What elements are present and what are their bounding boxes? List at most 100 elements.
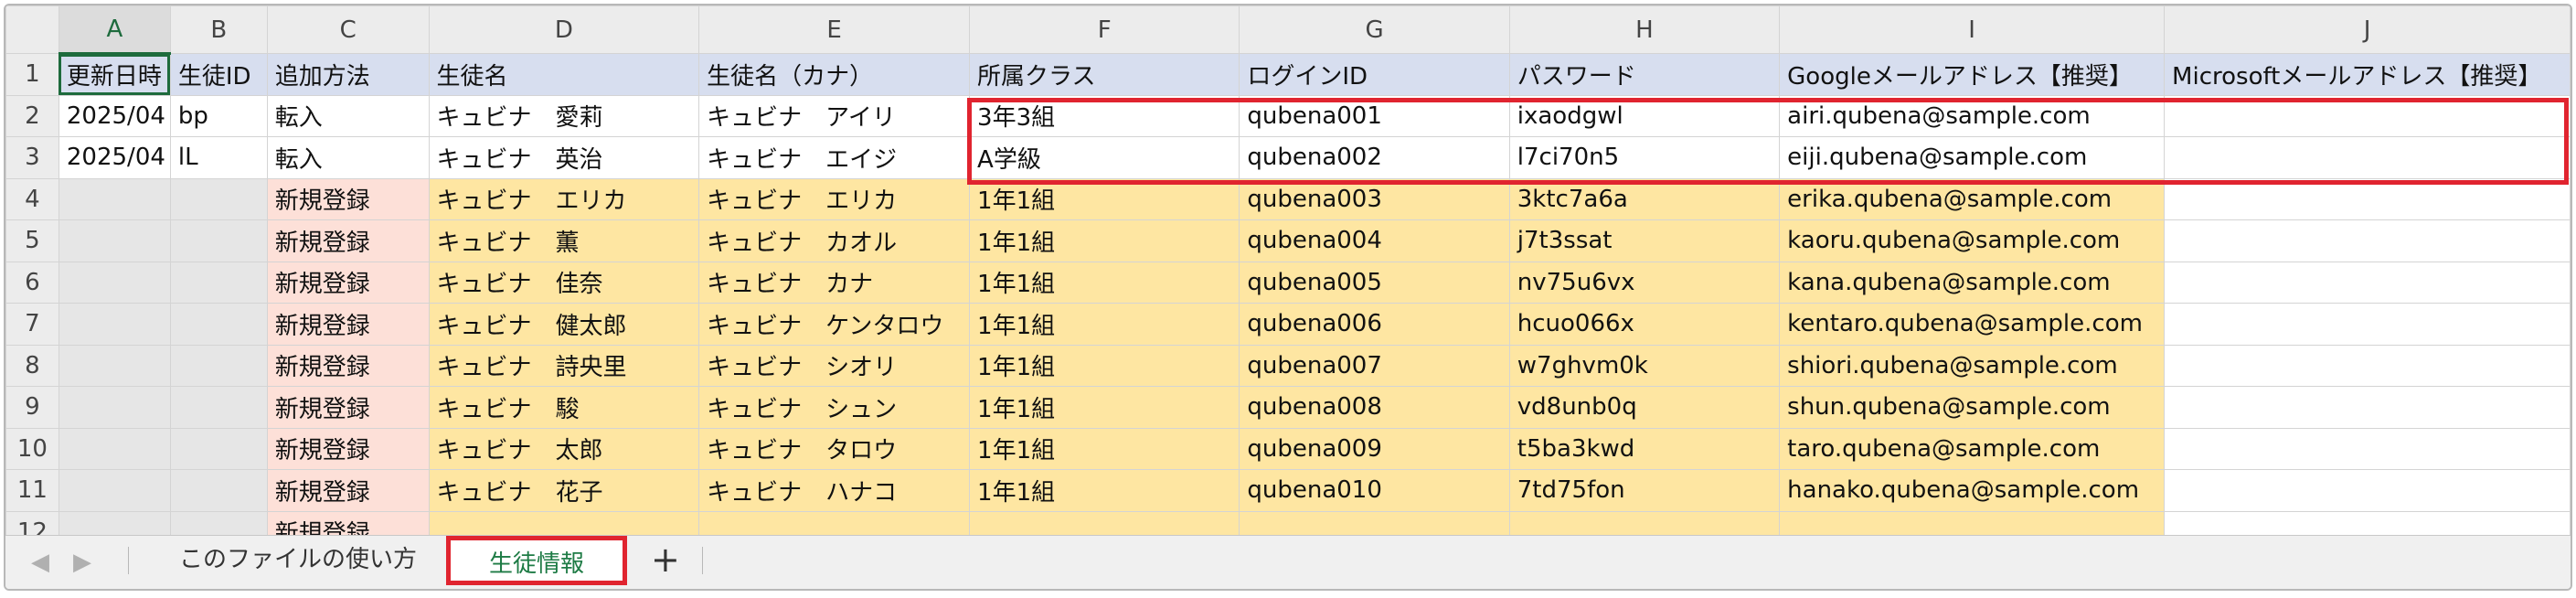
header-cell-google-email[interactable]: Googleメールアドレス【推奨】 (1779, 53, 2166, 96)
cell-student-id[interactable] (169, 177, 268, 220)
cell-microsoft-email[interactable] (2164, 136, 2571, 179)
cell-google-email[interactable]: hanako.qubena@sample.com (1779, 469, 2166, 512)
cell-add-method[interactable]: 新規登録 (266, 303, 430, 346)
cell-updated-at[interactable] (58, 344, 171, 387)
header-cell-login-id[interactable]: ログインID (1239, 53, 1510, 96)
cell-student-name-kana[interactable]: キュビナ エイジ (698, 136, 971, 179)
cell-microsoft-email[interactable] (2164, 427, 2571, 470)
column-header-h[interactable]: H (1508, 5, 1781, 54)
cell-password[interactable]: 3ktc7a6a (1508, 177, 1781, 220)
cell-student-name-kana[interactable]: キュビナ シオリ (698, 344, 971, 387)
cell-student-name[interactable]: キュビナ 佳奈 (428, 261, 700, 304)
cell-student-name[interactable]: キュビナ 英治 (428, 136, 700, 179)
cell-student-id[interactable] (169, 344, 268, 387)
column-header-a[interactable]: A (58, 5, 171, 55)
cell-updated-at[interactable] (58, 261, 171, 304)
cell-student-name-kana[interactable]: キュビナ カオル (698, 219, 971, 262)
row-number[interactable]: 3 (5, 136, 59, 179)
row-number[interactable]: 4 (5, 177, 59, 220)
cell-add-method[interactable]: 新規登録 (266, 219, 430, 262)
row-number[interactable]: 10 (5, 427, 59, 470)
cell-password[interactable]: w7ghvm0k (1508, 344, 1781, 387)
cell-student-name-kana[interactable]: キュビナ シュン (698, 386, 971, 429)
cell-updated-at[interactable] (58, 303, 171, 346)
cell-google-email[interactable]: eiji.qubena@sample.com (1779, 136, 2166, 179)
cell-class[interactable]: 1年1組 (969, 344, 1240, 387)
cell-add-method[interactable]: 新規登録 (266, 344, 430, 387)
header-cell-student-name[interactable]: 生徒名 (428, 53, 700, 96)
row-number[interactable]: 1 (5, 53, 59, 96)
header-cell-password[interactable]: パスワード (1508, 53, 1781, 96)
cell-add-method[interactable]: 新規登録 (266, 469, 430, 512)
cell-updated-at[interactable] (58, 219, 171, 262)
cell-updated-at[interactable] (58, 427, 171, 470)
cell-student-id[interactable]: bp (169, 94, 268, 137)
cell-microsoft-email[interactable] (2164, 261, 2571, 304)
header-cell-class[interactable]: 所属クラス (969, 53, 1240, 96)
row-number[interactable]: 8 (5, 344, 59, 387)
cell-password[interactable]: l7ci70n5 (1508, 136, 1781, 179)
column-header-f[interactable]: F (969, 5, 1240, 54)
header-cell-updated-at[interactable]: 更新日時 (58, 53, 171, 96)
column-header-d[interactable]: D (428, 5, 700, 54)
header-cell-microsoft-email[interactable]: Microsoftメールアドレス【推奨】 (2164, 53, 2571, 96)
row-number[interactable]: 11 (5, 469, 59, 512)
column-header-e[interactable]: E (698, 5, 971, 54)
cell-google-email[interactable]: shiori.qubena@sample.com (1779, 344, 2166, 387)
cell-login-id[interactable]: qubena007 (1239, 344, 1510, 387)
cell-class[interactable]: 1年1組 (969, 261, 1240, 304)
cell-microsoft-email[interactable] (2164, 94, 2571, 137)
cell-updated-at[interactable]: 2025/04 (58, 136, 171, 179)
cell-password[interactable]: ixaodgwl (1508, 94, 1781, 137)
cell-microsoft-email[interactable] (2164, 219, 2571, 262)
cell-microsoft-email[interactable] (2164, 469, 2571, 512)
cell-student-name[interactable]: キュビナ 愛莉 (428, 94, 700, 137)
cell-updated-at[interactable] (58, 177, 171, 220)
header-cell-student-name-kana[interactable]: 生徒名（カナ） (698, 53, 971, 96)
cell-login-id[interactable]: qubena001 (1239, 94, 1510, 137)
cell-password[interactable]: 7td75fon (1508, 469, 1781, 512)
cell-login-id[interactable]: qubena005 (1239, 261, 1510, 304)
column-header-c[interactable]: C (266, 5, 430, 54)
cell-password[interactable]: nv75u6vx (1508, 261, 1781, 304)
cell-google-email[interactable]: shun.qubena@sample.com (1779, 386, 2166, 429)
cell-student-name-kana[interactable]: キュビナ ハナコ (698, 469, 971, 512)
cell-class[interactable]: 1年1組 (969, 177, 1240, 220)
cell-student-name[interactable]: キュビナ 花子 (428, 469, 700, 512)
cell-login-id[interactable]: qubena004 (1239, 219, 1510, 262)
cell-updated-at[interactable]: 2025/04 (58, 94, 171, 137)
cell-login-id[interactable]: qubena006 (1239, 303, 1510, 346)
cell-student-name-kana[interactable]: キュビナ エリカ (698, 177, 971, 220)
row-number[interactable]: 2 (5, 94, 59, 137)
cell-student-name[interactable]: キュビナ 詩央里 (428, 344, 700, 387)
cell-class[interactable]: 3年3組 (969, 94, 1240, 137)
cell-class[interactable]: 1年1組 (969, 386, 1240, 429)
cell-student-name-kana[interactable]: キュビナ カナ (698, 261, 971, 304)
cell-microsoft-email[interactable] (2164, 177, 2571, 220)
cell-password[interactable]: t5ba3kwd (1508, 427, 1781, 470)
cell-google-email[interactable]: airi.qubena@sample.com (1779, 94, 2166, 137)
column-header-i[interactable]: I (1779, 5, 2166, 54)
cell-add-method[interactable]: 転入 (266, 94, 430, 137)
cell-student-id[interactable] (169, 386, 268, 429)
header-cell-add-method[interactable]: 追加方法 (266, 53, 430, 96)
add-sheet-icon[interactable]: + (651, 539, 680, 580)
cell-class[interactable]: 1年1組 (969, 469, 1240, 512)
cell-student-name-kana[interactable]: キュビナ アイリ (698, 94, 971, 137)
cell-google-email[interactable]: taro.qubena@sample.com (1779, 427, 2166, 470)
cell-class[interactable]: A学級 (969, 136, 1240, 179)
cell-microsoft-email[interactable] (2164, 303, 2571, 346)
sheet-tab-how-to-use[interactable]: このファイルの使い方 (152, 536, 444, 585)
cell-class[interactable]: 1年1組 (969, 427, 1240, 470)
cell-student-name-kana[interactable]: キュビナ タロウ (698, 427, 971, 470)
column-header-j[interactable]: J (2164, 5, 2571, 54)
cell-student-name[interactable]: キュビナ 太郎 (428, 427, 700, 470)
row-number[interactable]: 9 (5, 386, 59, 429)
cell-student-id[interactable] (169, 303, 268, 346)
cell-class[interactable]: 1年1組 (969, 303, 1240, 346)
cell-updated-at[interactable] (58, 469, 171, 512)
cell-student-name[interactable]: キュビナ エリカ (428, 177, 700, 220)
cell-student-name-kana[interactable]: キュビナ ケンタロウ (698, 303, 971, 346)
cell-login-id[interactable]: qubena010 (1239, 469, 1510, 512)
cell-google-email[interactable]: kana.qubena@sample.com (1779, 261, 2166, 304)
